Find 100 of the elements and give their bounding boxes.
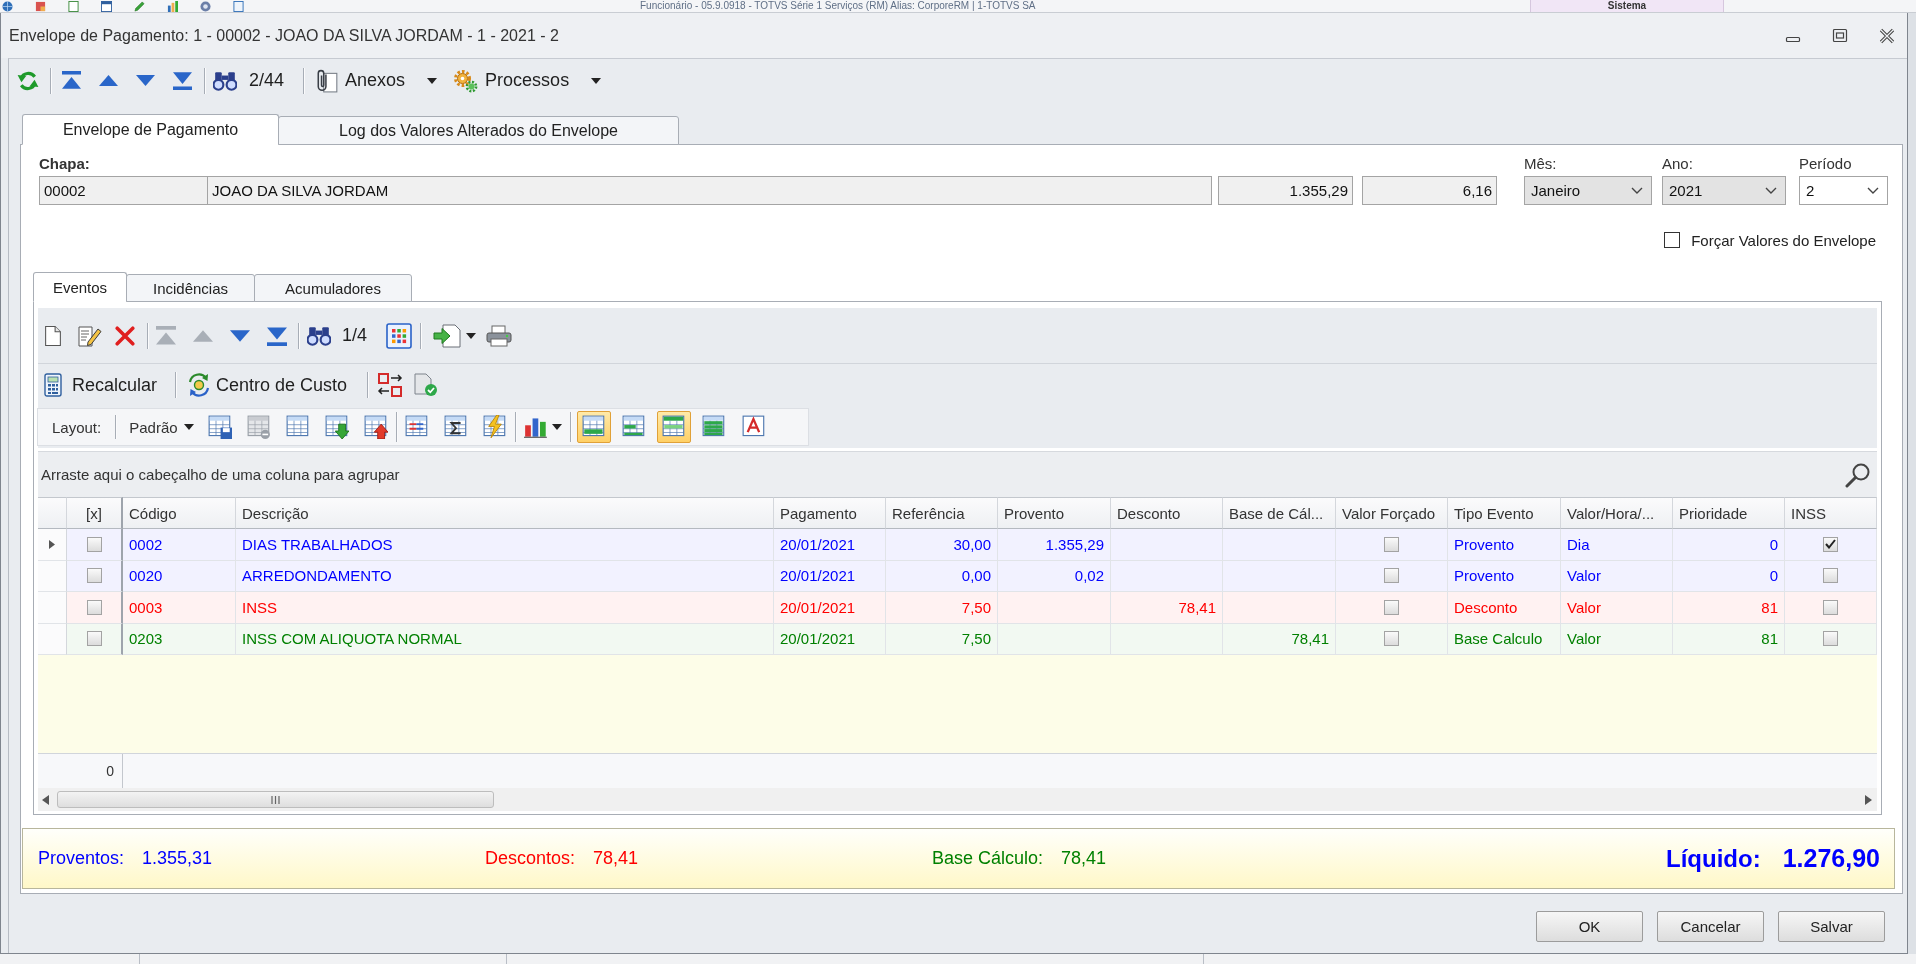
globe-icon[interactable] xyxy=(2,0,13,12)
parent-tab[interactable]: Sistema xyxy=(1530,0,1724,12)
column-header[interactable]: Prioridade xyxy=(1673,497,1785,529)
checkbox-label[interactable]: Forçar Valores do Envelope xyxy=(1691,231,1876,249)
refresh-icon[interactable] xyxy=(17,69,39,92)
caret-icon[interactable] xyxy=(427,77,438,84)
column-header[interactable]: Tipo Evento xyxy=(1448,497,1561,529)
caret-icon[interactable] xyxy=(466,332,477,339)
dialog-button[interactable]: Cancelar xyxy=(1657,911,1764,942)
dialog-button[interactable]: Salvar xyxy=(1778,911,1885,942)
checkbox[interactable] xyxy=(1664,232,1681,248)
first-record-icon[interactable] xyxy=(62,71,81,90)
close-icon[interactable] xyxy=(1879,27,1895,44)
table-row[interactable]: 0002 DIAS TRABALHADOS 20/01/2021 30,00 1.355,29 Provento Dia 0 xyxy=(38,529,1877,561)
printer-icon[interactable] xyxy=(486,324,513,347)
checkbox[interactable] xyxy=(1823,536,1838,552)
caret-icon[interactable] xyxy=(591,77,602,84)
tab[interactable]: Eventos xyxy=(33,272,127,302)
binoculars-icon[interactable] xyxy=(213,70,237,91)
document-icon[interactable] xyxy=(68,0,79,12)
color-grid-icon[interactable] xyxy=(386,322,413,349)
scroll-left-icon[interactable] xyxy=(42,794,49,805)
window-icon[interactable] xyxy=(101,0,112,12)
caret-icon[interactable] xyxy=(183,424,194,430)
delete-icon[interactable] xyxy=(115,325,135,346)
table-row[interactable]: 0020 ARREDONDAMENTO 20/01/2021 0,00 0,02 Provento Valor 0 xyxy=(38,560,1877,592)
row-indicator[interactable] xyxy=(38,529,67,561)
recalculate-button[interactable]: Recalcular xyxy=(44,370,158,400)
year-select[interactable]: 2021 xyxy=(1662,176,1786,205)
grid-save-icon[interactable] xyxy=(207,415,232,439)
chevron-down-icon[interactable] xyxy=(1765,187,1777,194)
disc-icon[interactable] xyxy=(200,0,211,12)
checkbox[interactable] xyxy=(1384,568,1399,584)
checkbox[interactable] xyxy=(86,599,102,615)
month-select[interactable]: Janeiro xyxy=(1524,176,1652,205)
checkbox[interactable] xyxy=(1823,599,1838,615)
grid-columns-icon[interactable] xyxy=(404,415,429,439)
last-record-icon[interactable] xyxy=(173,71,192,90)
binoculars-icon[interactable] xyxy=(307,325,331,346)
caret-icon[interactable] xyxy=(551,424,562,430)
column-header[interactable]: INSS xyxy=(1785,497,1877,529)
column-header[interactable]: [x] xyxy=(67,497,123,529)
paperclip-icon[interactable] xyxy=(316,68,339,93)
scrollbar-thumb[interactable] xyxy=(57,791,494,808)
grid-icon[interactable] xyxy=(285,415,310,439)
checkbox[interactable] xyxy=(86,536,102,552)
checkbox[interactable] xyxy=(1384,631,1399,647)
tab[interactable]: Incidências xyxy=(126,274,255,302)
bar-chart-icon[interactable] xyxy=(523,415,548,439)
scrollbar-track[interactable] xyxy=(38,788,1877,811)
column-header[interactable]: Base de Cál... xyxy=(1223,497,1336,529)
checkbox[interactable] xyxy=(86,568,102,584)
tab[interactable]: Envelope de Pagamento xyxy=(22,114,279,145)
column-header[interactable]: Desconto xyxy=(1111,497,1223,529)
column-header[interactable]: Valor/Hora/... xyxy=(1561,497,1673,529)
tab[interactable]: Log dos Valores Alterados do Envelope xyxy=(278,116,679,145)
checkbox[interactable] xyxy=(1823,568,1838,584)
document-icon[interactable] xyxy=(233,0,244,12)
grid-lightning-icon[interactable] xyxy=(482,415,507,439)
last-record-icon[interactable] xyxy=(267,325,287,346)
column-header[interactable]: Descrição xyxy=(236,497,774,529)
exchange-arrows-icon[interactable] xyxy=(377,373,404,397)
processes-menu-button[interactable]: Processos xyxy=(453,65,602,96)
amount-field[interactable]: 1.355,29 xyxy=(1218,176,1353,205)
pencil-icon[interactable] xyxy=(134,0,145,12)
name-field[interactable]: JOAO DA SILVA JORDAM xyxy=(207,176,1212,205)
document-arrow-icon[interactable] xyxy=(433,323,462,348)
search-icon[interactable] xyxy=(1845,461,1871,488)
chevron-down-icon[interactable] xyxy=(1867,187,1879,194)
checkbox[interactable] xyxy=(1823,631,1838,647)
layout-preset-button[interactable]: Padrão xyxy=(129,413,194,441)
column-header[interactable]: Pagamento xyxy=(774,497,886,529)
cube-icon[interactable] xyxy=(35,0,46,12)
document-check-icon[interactable] xyxy=(414,373,439,397)
table-row[interactable]: 0203 INSS COM ALIQUOTA NORMAL 20/01/2021 7,50 78,41 Base Calculo Valor 81 xyxy=(38,623,1877,655)
factor-field[interactable]: 6,16 xyxy=(1362,176,1497,205)
tab[interactable]: Acumuladores xyxy=(254,274,412,302)
gears-icon[interactable] xyxy=(453,68,479,93)
cost-center-button[interactable]: Centro de Custo xyxy=(186,370,348,400)
period-select[interactable]: 2 xyxy=(1799,176,1888,205)
grid-import-icon[interactable] xyxy=(324,415,349,439)
restore-icon[interactable] xyxy=(1832,27,1848,44)
column-header[interactable]: Valor Forçado xyxy=(1336,497,1448,529)
checkbox[interactable] xyxy=(1384,599,1399,615)
new-document-icon[interactable] xyxy=(44,325,62,346)
grid-export-icon[interactable] xyxy=(363,415,388,439)
attachments-menu-button[interactable]: Anexos xyxy=(316,65,438,96)
edit-document-icon[interactable] xyxy=(78,324,102,347)
scroll-right-icon[interactable] xyxy=(1865,794,1872,805)
chart-icon[interactable] xyxy=(167,0,178,12)
checkbox[interactable] xyxy=(86,631,102,647)
column-header[interactable]: Referência xyxy=(886,497,998,529)
grid-sum-icon[interactable] xyxy=(443,415,468,439)
column-header[interactable]: Código xyxy=(123,497,236,529)
code-field[interactable]: 00002 xyxy=(39,176,208,205)
calculator-icon[interactable] xyxy=(44,373,62,397)
dialog-button[interactable]: OK xyxy=(1536,911,1643,942)
column-header[interactable]: Provento xyxy=(998,497,1111,529)
chevron-down-icon[interactable] xyxy=(1631,187,1643,194)
checkbox[interactable] xyxy=(1384,536,1399,552)
